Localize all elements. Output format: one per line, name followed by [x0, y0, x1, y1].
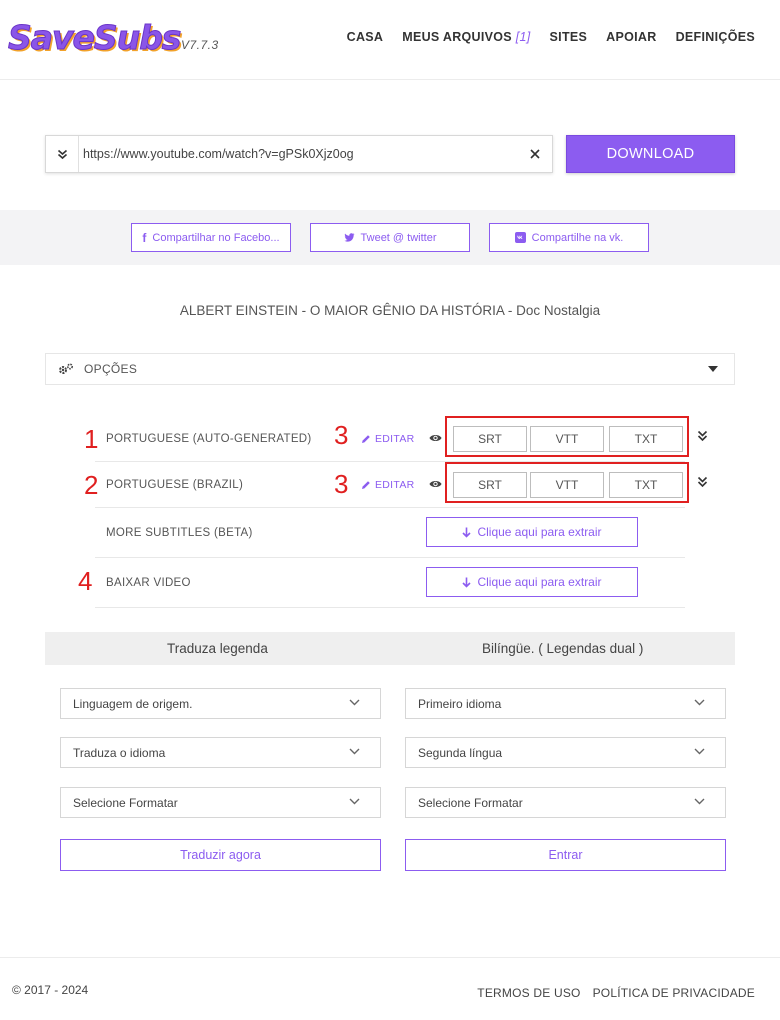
- nav-casa[interactable]: CASA: [347, 30, 384, 44]
- target-language-value: Traduza o idioma: [73, 745, 166, 760]
- url-box: [45, 135, 553, 173]
- chevron-down-icon: [694, 699, 705, 706]
- caret-down-icon: [708, 366, 718, 372]
- chevron-down-icon: [694, 748, 705, 755]
- annotation-number: 3: [334, 469, 349, 499]
- bilingual-title[interactable]: Bilíngüe. ( Legendas dual ): [482, 632, 643, 665]
- chevrons-down-icon[interactable]: [697, 476, 708, 488]
- chevron-down-icon: [694, 798, 705, 805]
- first-language-value: Primeiro idioma: [418, 696, 502, 711]
- files-count-badge: [1]: [515, 30, 531, 44]
- extract-subtitles-button[interactable]: Clique aqui para extrair: [426, 517, 638, 547]
- gears-icon: [59, 363, 74, 374]
- nav-sites-label: SITES: [549, 30, 588, 44]
- nav-definicoes-label: DEFINIÇÕES: [675, 30, 755, 44]
- annotation-number: 3: [334, 420, 349, 450]
- options-label: OPÇÕES: [84, 362, 138, 376]
- source-language-value: Linguagem de origem.: [73, 696, 193, 711]
- download-video-label: BAIXAR VIDEO: [106, 577, 191, 589]
- logo[interactable]: SaveSubs: [7, 18, 181, 58]
- close-icon: [530, 149, 540, 159]
- footer-links: TERMOS DE USO POLÍTICA DE PRIVACIDADE: [477, 986, 755, 1000]
- second-language-value: Segunda língua: [418, 745, 503, 760]
- translate-title[interactable]: Traduza legenda: [167, 632, 268, 665]
- chevron-down-icon: [349, 798, 360, 805]
- more-subtitles-label: MORE SUBTITLES (BETA): [106, 527, 253, 539]
- copyright: © 2017 - 2024: [12, 983, 89, 997]
- url-input[interactable]: [79, 136, 518, 172]
- twitter-icon: [344, 232, 355, 242]
- annotation-number: 4: [78, 566, 93, 596]
- nav-definicoes[interactable]: DEFINIÇÕES: [676, 30, 755, 44]
- logo-text[interactable]: SaveSubs: [7, 18, 181, 58]
- chevrons-down-icon[interactable]: [697, 430, 708, 442]
- first-language-select[interactable]: Primeiro idioma: [405, 688, 726, 719]
- share-facebook-label: Compartilhar no Facebo...: [152, 231, 280, 244]
- download-button[interactable]: DOWNLOAD: [566, 135, 735, 173]
- privacy-link[interactable]: POLÍTICA DE PRIVACIDADE: [593, 986, 755, 1000]
- edit-label: EDITAR: [375, 433, 415, 445]
- share-twitter-button[interactable]: Tweet @ twitter: [310, 223, 470, 252]
- extract-video-label: Clique aqui para extrair: [477, 575, 602, 589]
- nav-casa-label: CASA: [346, 30, 384, 44]
- eye-icon[interactable]: [429, 433, 442, 443]
- translate-now-button[interactable]: Traduzir agora: [60, 839, 381, 871]
- edit-subtitle-button[interactable]: EDITAR: [361, 462, 415, 508]
- enter-button[interactable]: Entrar: [405, 839, 726, 871]
- subtitle-language-label: PORTUGUESE (BRAZIL): [106, 479, 244, 491]
- second-language-select[interactable]: Segunda língua: [405, 737, 726, 768]
- share-facebook-button[interactable]: f Compartilhar no Facebo...: [131, 223, 291, 252]
- nav-meus-arquivos[interactable]: MEUS ARQUIVOS [1]: [402, 30, 530, 44]
- extract-video-button[interactable]: Clique aqui para extrair: [426, 567, 638, 597]
- facebook-icon: f: [142, 230, 147, 245]
- arrow-down-icon: [462, 527, 472, 538]
- annotation-box: [445, 462, 689, 503]
- download-video-row: BAIXAR VIDEO Clique aqui para extrair: [95, 558, 685, 608]
- pencil-icon: [362, 435, 370, 443]
- edit-subtitle-button[interactable]: EDITAR: [361, 416, 415, 462]
- arrow-down-icon: [462, 577, 472, 588]
- nav-meus-arquivos-label: MEUS ARQUIVOS: [402, 30, 512, 44]
- annotation-number: 1: [84, 424, 99, 454]
- subtitle-language-label: PORTUGUESE (AUTO-GENERATED): [106, 433, 312, 445]
- share-vk-button[interactable]: Compartilhe na vk.: [489, 223, 649, 252]
- bilingual-format-value: Selecione Formatar: [418, 795, 523, 810]
- annotation-number: 2: [84, 470, 99, 500]
- translate-header: Traduza legenda Bilíngüe. ( Legendas dua…: [45, 632, 735, 665]
- eye-icon[interactable]: [429, 479, 442, 489]
- chevrons-down-icon: [57, 149, 67, 159]
- bilingual-format-select[interactable]: Selecione Formatar: [405, 787, 726, 818]
- header: SaveSubs V7.7.3 CASA MEUS ARQUIVOS [1] S…: [0, 0, 780, 80]
- pencil-icon: [362, 481, 370, 489]
- extract-subtitles-label: Clique aqui para extrair: [477, 525, 602, 539]
- edit-label: EDITAR: [375, 479, 415, 491]
- share-twitter-label: Tweet @ twitter: [360, 231, 437, 244]
- annotation-box: [445, 416, 689, 457]
- version-label: V7.7.3: [181, 38, 219, 52]
- translate-format-select[interactable]: Selecione Formatar: [60, 787, 381, 818]
- video-title: ALBERT EINSTEIN - O MAIOR GÊNIO DA HISTÓ…: [179, 303, 601, 318]
- terms-link[interactable]: TERMOS DE USO: [477, 986, 580, 1000]
- options-dropdown[interactable]: OPÇÕES: [45, 353, 735, 385]
- share-bar: f Compartilhar no Facebo... Tweet @ twit…: [0, 210, 780, 265]
- main-nav: CASA MEUS ARQUIVOS [1] SITES APOIAR DEFI…: [347, 30, 755, 44]
- url-options-toggle[interactable]: [46, 136, 79, 172]
- share-vk-label: Compartilhe na vk.: [531, 231, 624, 244]
- chevron-down-icon: [349, 748, 360, 755]
- clear-url-button[interactable]: [518, 136, 552, 172]
- footer: © 2017 - 2024 TERMOS DE USO POLÍTICA DE …: [0, 957, 780, 1020]
- more-subtitles-row: MORE SUBTITLES (BETA) Clique aqui para e…: [95, 508, 685, 558]
- source-language-select[interactable]: Linguagem de origem.: [60, 688, 381, 719]
- translate-format-value: Selecione Formatar: [73, 795, 178, 810]
- nav-apoiar[interactable]: APOIAR: [606, 30, 656, 44]
- nav-sites[interactable]: SITES: [550, 30, 588, 44]
- vk-icon: [514, 232, 526, 243]
- target-language-select[interactable]: Traduza o idioma: [60, 737, 381, 768]
- chevron-down-icon: [349, 699, 360, 706]
- nav-apoiar-label: APOIAR: [606, 30, 657, 44]
